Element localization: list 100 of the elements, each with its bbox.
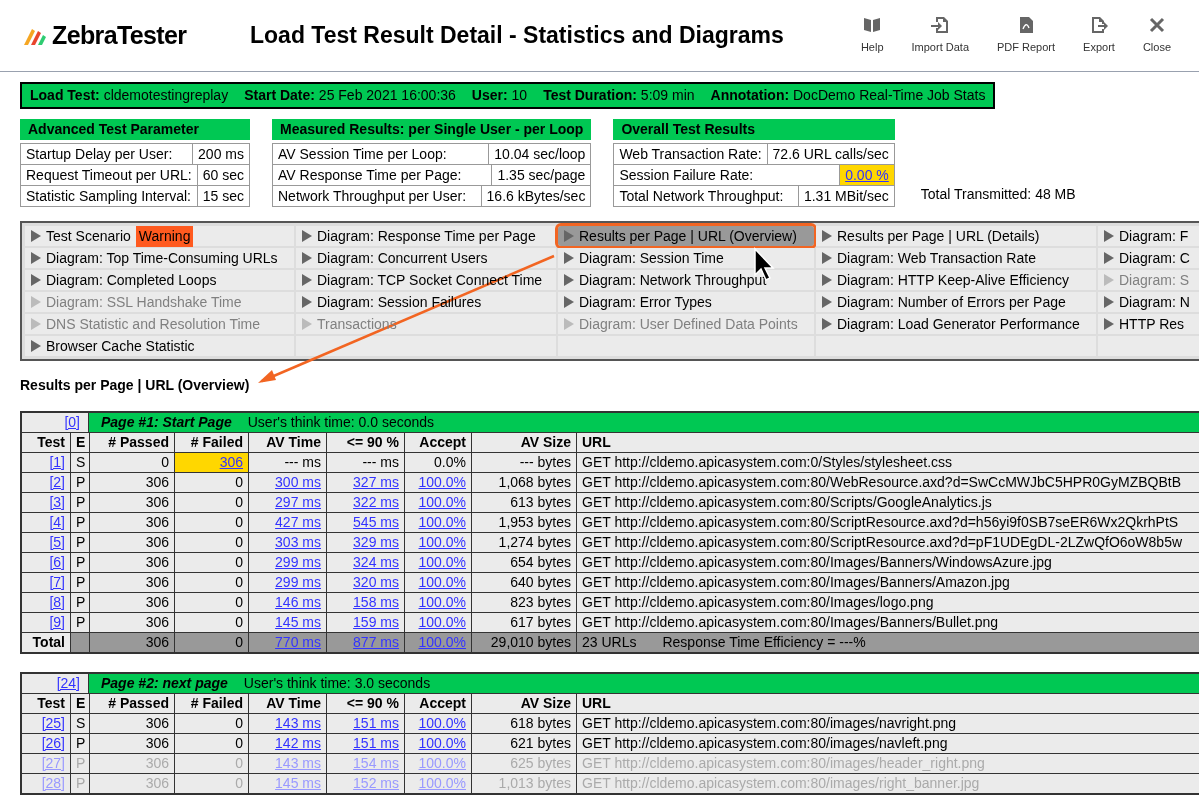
nav-link[interactable]: HTTP Res bbox=[1098, 314, 1199, 334]
test-id-link[interactable]: [9] bbox=[49, 614, 65, 630]
accept-link[interactable]: 100.0% bbox=[418, 534, 466, 550]
summary-item: Test Duration: 5:09 min bbox=[543, 86, 695, 105]
time-link[interactable]: 427 ms bbox=[275, 514, 321, 530]
triangle-icon bbox=[1104, 230, 1114, 242]
column-header: E bbox=[71, 433, 89, 452]
triangle-icon bbox=[302, 274, 312, 286]
time-link[interactable]: 299 ms bbox=[275, 554, 321, 570]
url-cell: GET http://cldemo.apicasystem.com:80/Images/Banners/WindowsAzure.jpg bbox=[577, 553, 1199, 572]
time-link[interactable]: 329 ms bbox=[353, 534, 399, 550]
section-title: Results per Page | URL (Overview) bbox=[20, 376, 250, 395]
column-header: <= 90 % bbox=[327, 433, 404, 452]
test-id-link[interactable]: [6] bbox=[49, 554, 65, 570]
nav-link[interactable]: Diagram: SSL Handshake Time bbox=[25, 292, 294, 312]
time-link[interactable]: 151 ms bbox=[353, 715, 399, 731]
test-id-link[interactable]: [25] bbox=[41, 715, 65, 731]
accept-link[interactable]: 100.0% bbox=[418, 554, 466, 570]
table-cell: 306 bbox=[90, 774, 174, 793]
time-link[interactable]: 320 ms bbox=[353, 574, 399, 590]
nav-link[interactable]: Browser Cache Statistic bbox=[25, 336, 294, 356]
accept-link[interactable]: 100.0% bbox=[418, 494, 466, 510]
nav-link[interactable]: Results per Page | URL (Overview) bbox=[558, 226, 814, 246]
toolbar-button[interactable]: PDF Report bbox=[989, 15, 1064, 56]
nav-link[interactable]: Diagram: Concurrent Users bbox=[296, 248, 556, 268]
time-link[interactable]: 159 ms bbox=[353, 614, 399, 630]
table-cell: 617 bytes bbox=[472, 613, 576, 632]
toolbar-button[interactable]: Import Data bbox=[903, 15, 977, 56]
accept-link[interactable]: 100.0% bbox=[418, 735, 466, 751]
accept-link[interactable]: 100.0% bbox=[418, 715, 466, 731]
test-id-link[interactable]: [26] bbox=[41, 735, 65, 751]
time-link[interactable]: 299 ms bbox=[275, 574, 321, 590]
page-title: Load Test Result Detail - Statistics and Diagrams bbox=[250, 21, 785, 51]
table-cell: 0 bbox=[175, 553, 248, 572]
test-id-link[interactable]: [1] bbox=[49, 454, 65, 470]
table-cell: 0 bbox=[175, 573, 248, 592]
time-link[interactable]: 145 ms bbox=[275, 614, 321, 630]
time-link[interactable]: 303 ms bbox=[275, 534, 321, 550]
table-cell: 1,013 bytes bbox=[472, 774, 576, 793]
nav-link[interactable]: Diagram: Number of Errors per Page bbox=[816, 292, 1096, 312]
failed-count-link[interactable]: 306 bbox=[219, 454, 243, 470]
nav-link[interactable]: Transactions bbox=[296, 314, 556, 334]
column-header: <= 90 % bbox=[327, 694, 404, 713]
accept-link[interactable]: 100.0% bbox=[418, 574, 466, 590]
accept-link[interactable]: 100.0% bbox=[418, 614, 466, 630]
time-link[interactable]: 545 ms bbox=[353, 514, 399, 530]
parameter-value: 10.04 sec/loop bbox=[493, 145, 587, 164]
table-cell: 613 bytes bbox=[472, 493, 576, 512]
time-link[interactable]: 142 ms bbox=[275, 735, 321, 751]
parameter-label: Network Throughput per User: bbox=[273, 186, 482, 206]
page-index-link[interactable]: [24] bbox=[56, 675, 80, 691]
toolbar-button[interactable]: Close bbox=[1134, 15, 1179, 56]
time-link[interactable]: 322 ms bbox=[353, 494, 399, 510]
column-header: AV Time bbox=[249, 433, 326, 452]
nav-link[interactable]: DNS Statistic and Resolution Time bbox=[25, 314, 294, 334]
nav-link[interactable]: Results per Page | URL (Details) bbox=[816, 226, 1096, 246]
test-id-link[interactable]: [3] bbox=[49, 494, 65, 510]
time-link[interactable]: 327 ms bbox=[353, 474, 399, 490]
nav-link[interactable]: Diagram: Load Generator Performance bbox=[816, 314, 1096, 334]
nav-link[interactable]: Diagram: C bbox=[1098, 248, 1199, 268]
time-link[interactable]: 324 ms bbox=[353, 554, 399, 570]
nav-link[interactable]: Diagram: Error Types bbox=[558, 292, 814, 312]
time-link[interactable]: 297 ms bbox=[275, 494, 321, 510]
nav-link[interactable]: Diagram: Network Throughput bbox=[558, 270, 814, 290]
time-link[interactable]: 158 ms bbox=[353, 594, 399, 610]
accept-link[interactable]: 100.0% bbox=[418, 474, 466, 490]
column-header: URL bbox=[577, 694, 1199, 713]
time-link[interactable]: 146 ms bbox=[275, 594, 321, 610]
nav-link[interactable]: Diagram: Completed Loops bbox=[25, 270, 294, 290]
accept-link[interactable]: 100.0% bbox=[418, 514, 466, 530]
column-header: # Failed bbox=[175, 433, 248, 452]
nav-link[interactable]: Diagram: Top Time-Consuming URLs bbox=[25, 248, 294, 268]
test-id-link[interactable]: [2] bbox=[49, 474, 65, 490]
parameter-link[interactable]: 0.00 % bbox=[840, 165, 894, 185]
table-cell: 0 bbox=[175, 754, 248, 773]
table-cell: 0 bbox=[175, 493, 248, 512]
table-cell: --- bytes bbox=[472, 453, 576, 472]
nav-link[interactable]: Diagram: User Defined Data Points bbox=[558, 314, 814, 334]
time-link[interactable]: 143 ms bbox=[275, 715, 321, 731]
time-link[interactable]: 300 ms bbox=[275, 474, 321, 490]
time-link[interactable]: 151 ms bbox=[353, 735, 399, 751]
test-id-link[interactable]: [5] bbox=[49, 534, 65, 550]
nav-link[interactable]: Diagram: HTTP Keep-Alive Efficiency bbox=[816, 270, 1096, 290]
table-cell: P bbox=[71, 774, 89, 793]
nav-link[interactable]: Test Scenario Warning bbox=[25, 226, 294, 246]
nav-link[interactable]: Diagram: F bbox=[1098, 226, 1199, 246]
test-id-link[interactable]: [4] bbox=[49, 514, 65, 530]
nav-link[interactable]: Diagram: N bbox=[1098, 292, 1199, 312]
accept-link[interactable]: 100.0% bbox=[418, 594, 466, 610]
parameter-label: Request Timeout per URL: bbox=[21, 165, 198, 185]
nav-link[interactable]: Diagram: Session Time bbox=[558, 248, 814, 268]
test-id-link[interactable]: [7] bbox=[49, 574, 65, 590]
nav-link[interactable]: Diagram: Response Time per Page bbox=[296, 226, 556, 246]
toolbar-button[interactable]: Export bbox=[1075, 15, 1123, 56]
nav-link[interactable]: Diagram: S bbox=[1098, 270, 1199, 290]
nav-link[interactable]: Diagram: Web Transaction Rate bbox=[816, 248, 1096, 268]
page-index-link[interactable]: [0] bbox=[64, 414, 80, 430]
toolbar-button[interactable]: Help bbox=[852, 15, 892, 56]
test-id-link[interactable]: [8] bbox=[49, 594, 65, 610]
url-cell: GET http://cldemo.apicasystem.com:80/ScriptResource.axd?d=h56yi9f0SB7seER6Wx2QkrhPtS bbox=[577, 513, 1199, 532]
